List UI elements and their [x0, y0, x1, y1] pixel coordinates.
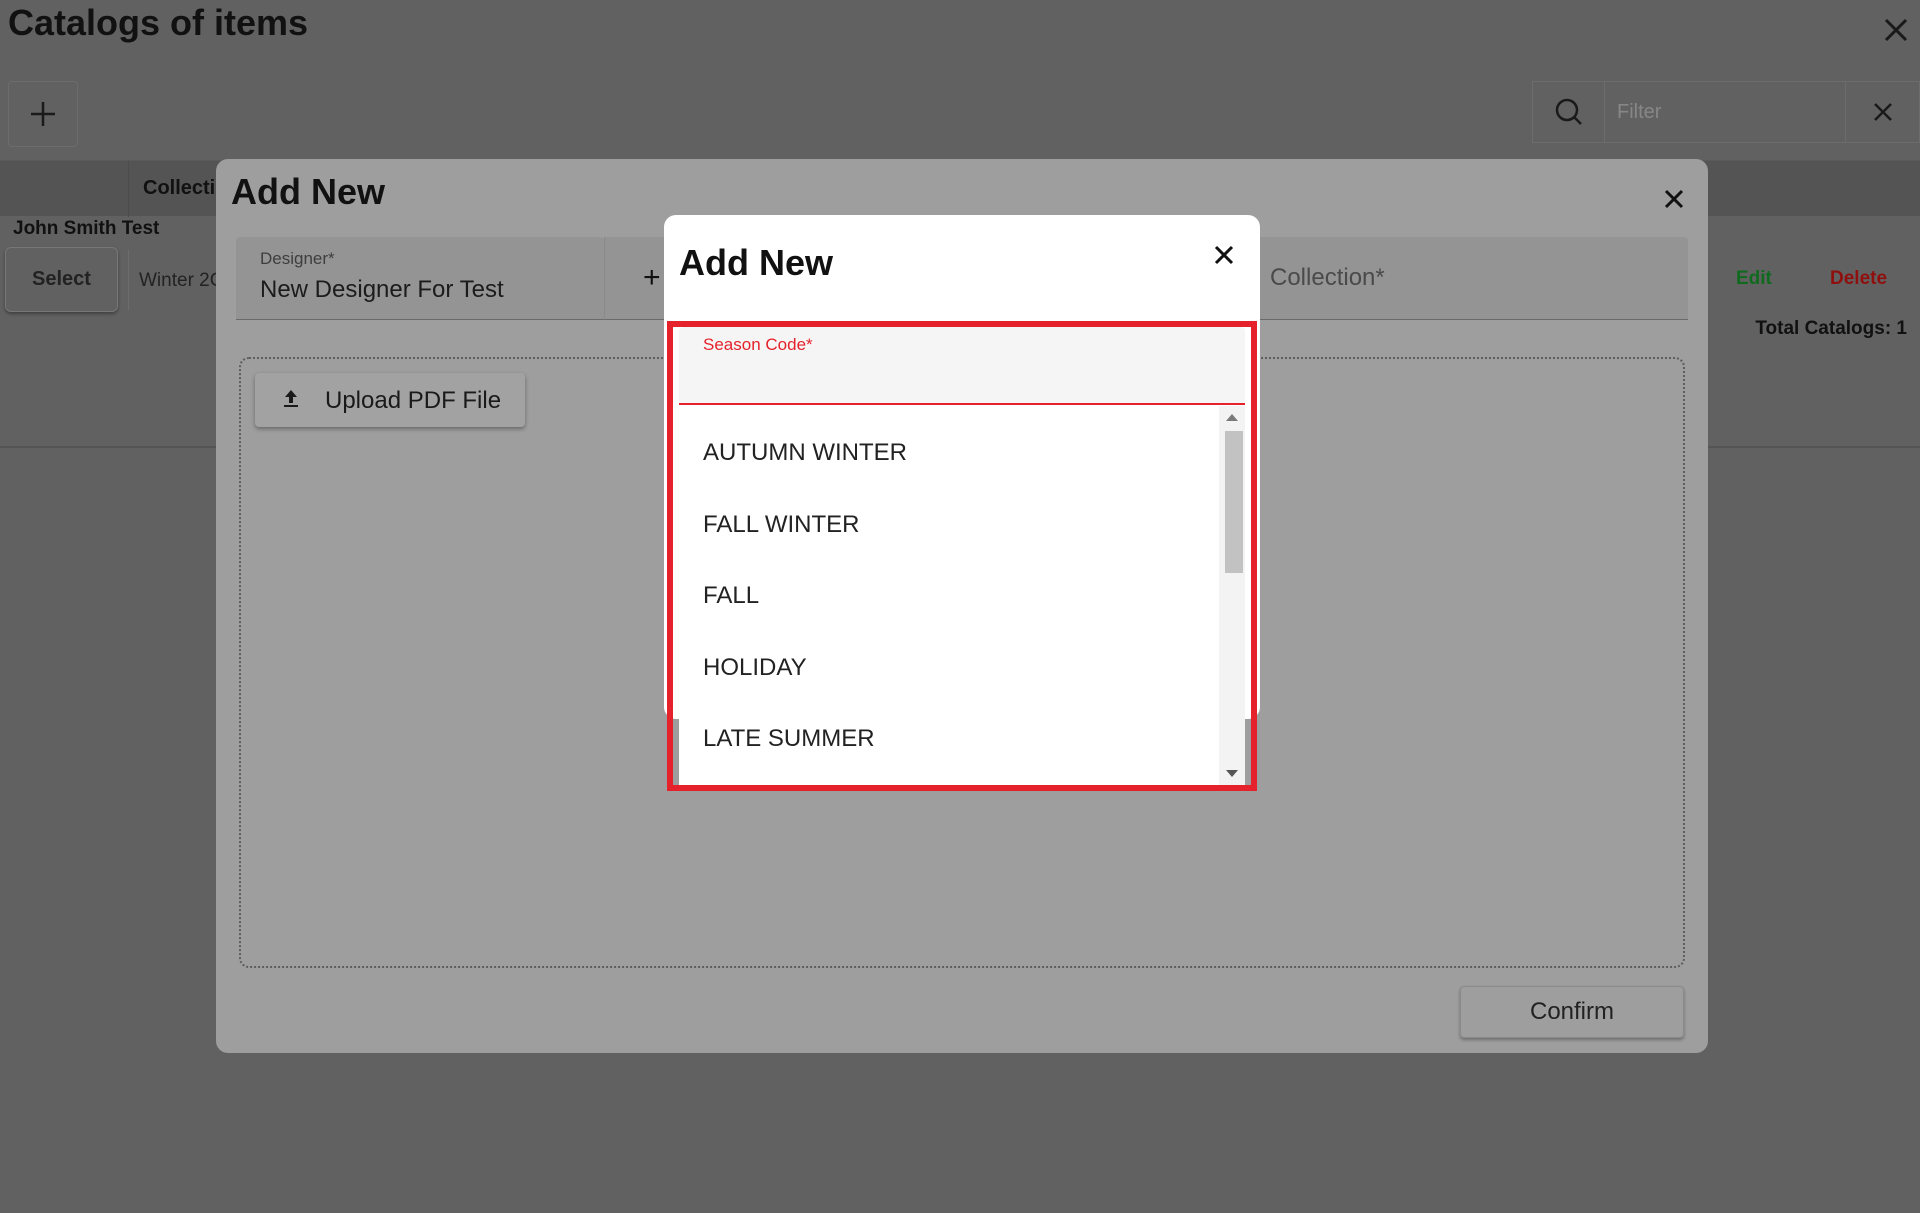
option-fall[interactable]: FALL	[679, 560, 1219, 632]
scrollbar-thumb[interactable]	[1225, 431, 1243, 573]
clear-filter-icon[interactable]	[1845, 82, 1919, 142]
scroll-up-arrow-icon[interactable]	[1226, 414, 1238, 421]
search-icon[interactable]	[1533, 82, 1605, 142]
dialog-title: Add New	[231, 171, 386, 212]
dialog-title: Add New	[679, 242, 834, 283]
season-code-label: Season Code*	[703, 335, 813, 354]
upload-label: Upload PDF File	[325, 387, 502, 414]
scroll-down-arrow-icon[interactable]	[1226, 770, 1238, 777]
season-code-dropdown: AUTUMN WINTER FALL WINTER FALL HOLIDAY L…	[679, 406, 1245, 785]
add-catalog-button[interactable]	[8, 81, 78, 147]
edit-button[interactable]: Edit	[1736, 268, 1772, 290]
close-icon[interactable]	[1204, 235, 1244, 275]
upload-pdf-button[interactable]: Upload PDF File	[255, 373, 525, 427]
upload-icon	[281, 387, 301, 409]
total-catalogs: Total Catalogs: 1	[1755, 318, 1907, 339]
page-title: Catalogs of items	[8, 2, 309, 43]
designer-label: Designer*	[260, 249, 335, 268]
designer-value: New Designer For Test	[260, 276, 504, 303]
option-autumn-winter[interactable]: AUTUMN WINTER	[679, 417, 1219, 489]
plus-icon: +	[643, 261, 661, 294]
filter-bar	[1532, 81, 1920, 143]
designer-field[interactable]: Designer* New Designer For Test	[236, 237, 604, 320]
delete-button[interactable]: Delete	[1830, 268, 1887, 290]
dropdown-scrollbar[interactable]	[1219, 406, 1245, 785]
filter-input[interactable]	[1607, 82, 1845, 142]
confirm-button[interactable]: Confirm	[1460, 986, 1684, 1038]
option-late-summer[interactable]: LATE SUMMER	[679, 703, 1219, 775]
option-holiday[interactable]: HOLIDAY	[679, 632, 1219, 704]
option-fall-winter[interactable]: FALL WINTER	[679, 489, 1219, 561]
dropdown-list: AUTUMN WINTER FALL WINTER FALL HOLIDAY L…	[679, 406, 1219, 775]
select-button[interactable]: Select	[5, 247, 118, 312]
close-icon[interactable]	[1654, 179, 1694, 219]
designer-group-label: John Smith Test	[13, 218, 160, 239]
close-icon[interactable]	[1876, 10, 1916, 50]
collection-field[interactable]: Collection*	[1252, 237, 1688, 320]
collection-label: Collection*	[1270, 264, 1385, 291]
season-code-input[interactable]	[703, 361, 1223, 397]
season-code-field[interactable]: Season Code*	[679, 327, 1245, 405]
